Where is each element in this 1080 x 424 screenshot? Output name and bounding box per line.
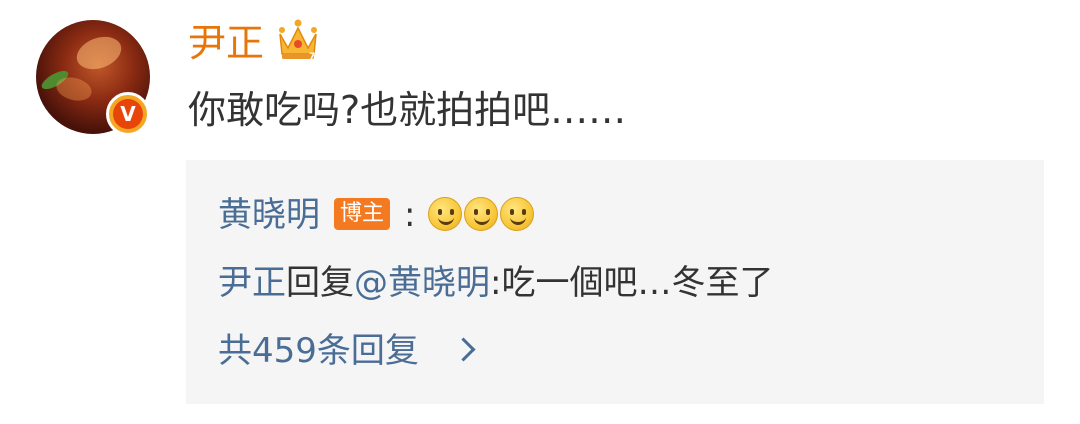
smile-emoji-icon (464, 196, 499, 231)
reply-mention[interactable]: @黄晓明 (354, 263, 490, 303)
smile-emoji-icon (500, 196, 535, 231)
verified-v-icon: V (106, 92, 150, 136)
reply-author[interactable]: 尹正 (218, 263, 286, 303)
chevron-right-icon (451, 337, 476, 362)
svg-text:7: 7 (309, 52, 315, 62)
more-replies-link[interactable]: 共459条回复 (218, 328, 476, 374)
reply-item: 黄晓明 博主: (218, 192, 535, 238)
avatar-highlight (72, 31, 126, 75)
comment-text: 你敢吃吗?也就拍拍吧…… (188, 88, 627, 132)
reply-text: :吃一個吧…冬至了 (490, 263, 774, 303)
crown-icon: 7 (279, 19, 317, 62)
comment-username[interactable]: 尹正 (188, 18, 264, 68)
avatar-highlight (53, 73, 95, 105)
reply-item: 尹正回复@黄晓明:吃一個吧…冬至了 (218, 260, 773, 306)
verified-v-letter: V (113, 99, 143, 129)
reply-author[interactable]: 黄晓明 (218, 195, 320, 235)
smile-emoji-icon (428, 196, 463, 231)
comment-card: V 尹正 7 你敢吃吗?也就拍拍吧…… 黄晓明 博主: 尹正回复@黄晓明:吃一個吧… (0, 0, 1080, 424)
reply-colon: : (404, 195, 416, 235)
reply-word: 回复 (286, 263, 354, 303)
host-badge: 博主 (334, 197, 391, 230)
reply-box[interactable]: 黄晓明 博主: 尹正回复@黄晓明:吃一個吧…冬至了 共459条回复 (186, 160, 1044, 404)
more-replies-label[interactable]: 共459条回复 (218, 331, 419, 371)
